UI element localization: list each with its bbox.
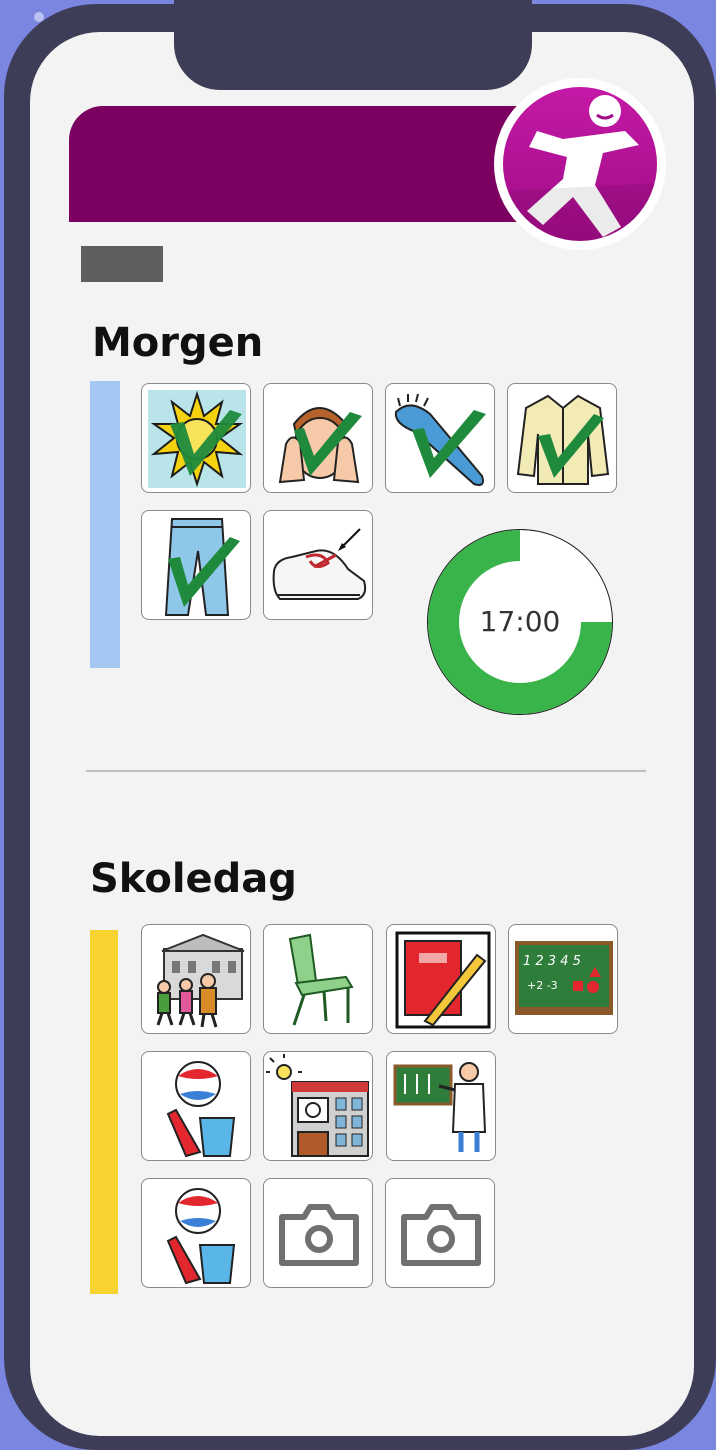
hairbrush-icon [394, 393, 486, 486]
header-banner [69, 106, 539, 222]
task-card-sun[interactable] [141, 383, 251, 493]
task-card-cafeteria[interactable] [263, 1051, 373, 1161]
teacher-icon [393, 1062, 487, 1152]
section-title-school: Skoledag [90, 856, 297, 902]
school-color-bar [90, 930, 118, 1294]
morning-color-bar [90, 381, 120, 668]
beach-toys-icon [166, 1188, 236, 1285]
task-card-chair[interactable] [263, 924, 373, 1034]
timer-label: 17:00 [479, 605, 561, 638]
cardigan-icon [516, 394, 610, 485]
cafeteria-icon [266, 1054, 369, 1157]
task-card-jeans[interactable] [141, 510, 251, 620]
jumping-figure-icon [503, 87, 657, 241]
svg-text:1 2 3 4 5: 1 2 3 4 5 [523, 954, 581, 969]
task-card-hairbrush[interactable] [385, 383, 495, 493]
notebook-pencil-icon [395, 931, 491, 1029]
going-to-school-icon [156, 933, 245, 1028]
chair-icon [288, 933, 354, 1026]
section-title-morning: Morgen [92, 320, 264, 366]
task-card-notebook-pencil[interactable] [386, 924, 496, 1034]
task-card-camera-2[interactable] [385, 1178, 495, 1288]
svg-text:+2 -3: +2 -3 [527, 979, 558, 992]
task-card-wash-face[interactable] [263, 383, 373, 493]
camera-icon [401, 1204, 481, 1266]
task-card-camera-1[interactable] [263, 1178, 373, 1288]
countdown-timer: 17:00 [426, 528, 614, 716]
task-card-tie-shoes[interactable] [263, 510, 373, 620]
task-card-math-blackboard[interactable]: 1 2 3 4 5 +2 -3 [508, 924, 618, 1034]
tie-shoes-icon [272, 528, 367, 600]
phone-notch [174, 0, 532, 90]
task-card-beach-toys[interactable] [141, 1051, 251, 1161]
wash-face-icon [278, 407, 362, 484]
task-card-going-to-school[interactable] [141, 924, 251, 1034]
beach-toys-icon [166, 1061, 236, 1158]
section-divider [86, 770, 646, 772]
math-blackboard-icon: 1 2 3 4 5 +2 -3 [515, 941, 613, 1015]
task-card-cardigan[interactable] [507, 383, 617, 493]
jeans-icon [164, 518, 240, 616]
task-card-beach-toys-2[interactable] [141, 1178, 251, 1288]
camera-icon [279, 1204, 359, 1266]
app-logo[interactable] [494, 78, 666, 250]
sun-icon [148, 390, 246, 488]
task-card-teacher[interactable] [386, 1051, 496, 1161]
camera-dot [34, 12, 44, 22]
back-button[interactable] [81, 246, 163, 282]
